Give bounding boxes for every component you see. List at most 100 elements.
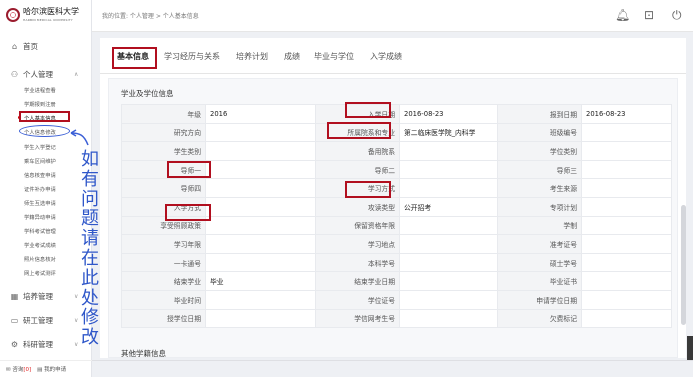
field-value (581, 122, 672, 143)
nav-training[interactable]: ▦ 培养管理 ∨ (10, 291, 79, 302)
logo-subtext: HARBIN MEDICAL UNIVERSITY (23, 18, 73, 22)
my-applications-label: 我的申请 (44, 367, 67, 373)
field-value (399, 252, 498, 273)
nav-home[interactable]: ⌂ 首页 (10, 41, 38, 52)
field-label: 准考证号 (497, 234, 582, 254)
consult-link[interactable]: ✉ 咨询[0] (6, 365, 31, 373)
field-label: 学位证号 (315, 289, 400, 310)
field-label: 学生类别 (121, 141, 206, 161)
field-label: 考生来源 (497, 178, 582, 198)
annotation-text: 如有问题请在此处修改 (78, 150, 102, 348)
annotation-char: 改 (81, 327, 99, 349)
field-label: 班级编号 (497, 122, 582, 143)
logo-text: 哈尔滨医科大学 (23, 7, 79, 16)
power-icon[interactable]: ⏻ (672, 8, 682, 23)
annotation-char: 请 (81, 228, 99, 250)
tab-study-history[interactable]: 学习经历与关系 (164, 51, 220, 62)
consult-label: 咨询 (12, 367, 24, 373)
sidebar-item-progress[interactable]: 学业进程查看 (24, 86, 56, 94)
tab-grades[interactable]: 成绩 (284, 51, 300, 62)
gear-icon: ⚙ (10, 340, 19, 349)
sidebar-item-exam-score[interactable]: 学业考试成绩 (24, 241, 56, 249)
field-value (581, 178, 672, 198)
field-value (399, 234, 498, 254)
field-value (205, 122, 316, 143)
field-value: 2016 (205, 104, 316, 124)
section-title-next: 其他学籍信息 (121, 349, 166, 358)
sidebar-item-online-test[interactable]: 网上考试测评 (24, 269, 56, 277)
sidebar-item-exam-mgmt[interactable]: 学科考试管理 (24, 227, 56, 235)
tab-training-plan[interactable]: 培养计划 (236, 51, 268, 62)
annotation-char: 在 (81, 247, 99, 269)
sidebar-item-bus[interactable]: 乘车区间维护 (24, 157, 56, 165)
field-label: 申请学位日期 (497, 289, 582, 310)
annotation-char: 问 (81, 188, 99, 210)
home-icon: ⌂ (11, 42, 18, 51)
field-value: 2016-08-23 (581, 104, 672, 124)
field-label: 学习地点 (315, 234, 400, 254)
field-value: 毕业 (205, 271, 316, 291)
grid-icon: ▦ (10, 292, 19, 301)
nav-research[interactable]: ▭ 研工管理 ∨ (10, 315, 79, 326)
field-label: 导师二 (315, 159, 400, 180)
sidebar-item-register[interactable]: 学期报到注册 (24, 100, 56, 108)
sidebar-item-verify[interactable]: 信息核查申请 (24, 171, 56, 179)
sidebar-item-status-change[interactable]: 学籍异动申请 (24, 213, 56, 221)
annotation-char: 处 (81, 287, 99, 309)
field-value (205, 252, 316, 273)
field-value: 2016-08-23 (399, 104, 498, 124)
field-value (205, 215, 316, 236)
nav-research-label: 研工管理 (23, 316, 53, 325)
tab-admission-score[interactable]: 入学成绩 (370, 51, 402, 62)
field-label: 本科学号 (315, 252, 400, 273)
table-row: 毕业时间 学位证号 申请学位日期 (121, 289, 672, 310)
highlight-tab-basic-info (112, 47, 157, 69)
annotation-char: 题 (81, 208, 99, 230)
user-icon: ⚇ (10, 70, 19, 79)
chat-icon: ✉ (6, 367, 11, 373)
field-value (399, 289, 498, 310)
nav-personal[interactable]: ⚇ 个人管理 ∧ (10, 69, 79, 80)
university-logo[interactable]: 哈尔滨医科大学 HARBIN MEDICAL UNIVERSITY (6, 5, 88, 25)
field-value (399, 141, 498, 161)
bell-icon[interactable]: 🔔︎ (615, 8, 630, 22)
highlight-basic-info (19, 111, 70, 122)
bottom-bar (92, 360, 693, 377)
lock-icon[interactable]: ⊡ (644, 8, 654, 22)
field-label: 欠费标记 (497, 308, 582, 329)
nav-training-label: 培养管理 (23, 292, 53, 301)
field-value (399, 178, 498, 198)
field-label: 学习年限 (121, 234, 206, 254)
field-label: 研究方向 (121, 122, 206, 143)
field-value (205, 308, 316, 329)
nav-scientific-label: 科研管理 (23, 340, 53, 349)
field-label: 学制 (497, 215, 582, 236)
sidebar-item-photo[interactable]: 照片信息核对 (24, 255, 56, 263)
table-row: 结束学业 毕业 结束学业日期 毕业证书 (121, 271, 672, 291)
sidebar-footer: ✉ 咨询[0] ▤ 我的申请 (0, 360, 92, 377)
field-value: 公开招考 (399, 196, 498, 217)
sidebar-item-enroll[interactable]: 学生入学登记 (24, 143, 56, 151)
field-label: 授学位日期 (121, 308, 206, 329)
field-value (205, 141, 316, 161)
sidebar-item-certificate[interactable]: 证件补办申请 (24, 185, 56, 193)
edge-widget[interactable] (687, 336, 693, 360)
annotation-char: 如 (81, 149, 99, 170)
annotation-char: 修 (81, 307, 99, 329)
table-row: 导师四 学习方式 考生来源 (121, 178, 672, 198)
monitor-icon: ▭ (10, 316, 19, 325)
scrollbar[interactable] (681, 205, 686, 325)
field-value (399, 215, 498, 236)
tab-graduation[interactable]: 毕业与学位 (314, 51, 354, 62)
field-value (581, 196, 672, 217)
sidebar-item-mentor[interactable]: 师生互选申请 (24, 199, 56, 207)
field-label: 保留资格年限 (315, 215, 400, 236)
field-value (581, 289, 672, 310)
annotation-arrow (70, 129, 89, 146)
field-label: 毕业时间 (121, 289, 206, 310)
field-label: 一卡通号 (121, 252, 206, 273)
my-applications-link[interactable]: ▤ 我的申请 (37, 365, 66, 373)
nav-scientific[interactable]: ⚙ 科研管理 ∨ (10, 339, 79, 350)
annotation-char: 此 (81, 267, 99, 289)
field-label: 学信网考生号 (315, 308, 400, 329)
